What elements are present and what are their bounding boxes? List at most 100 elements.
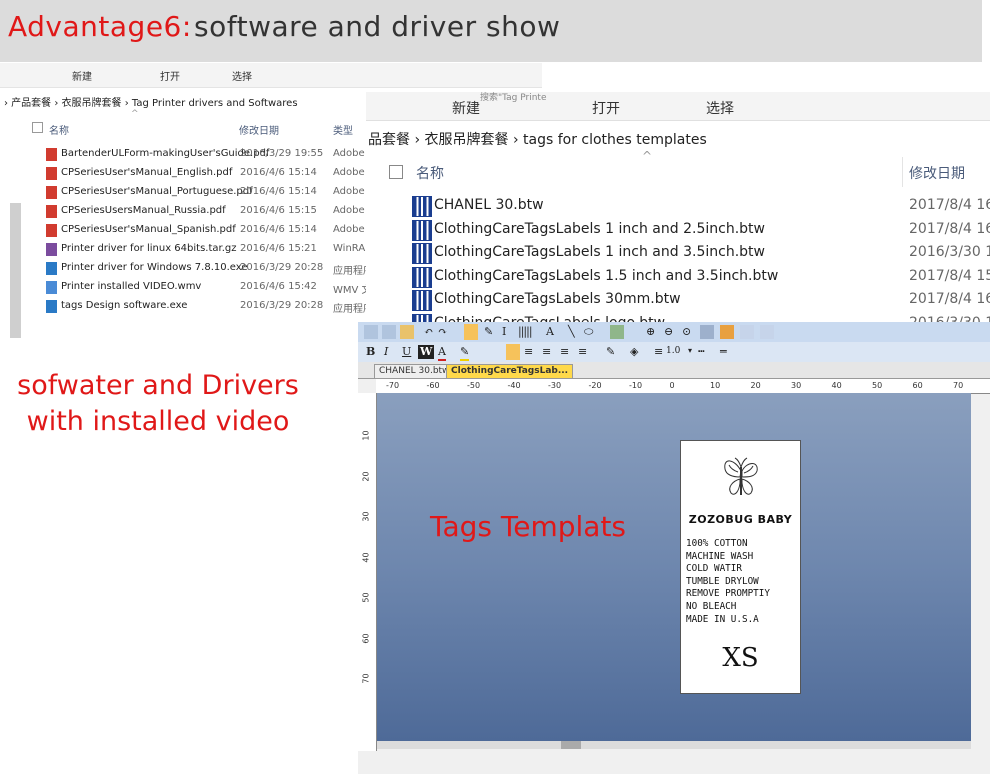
barcode-icon[interactable]: ||||| (518, 325, 532, 339)
toolbar-top: ↶ ↷ ✎ I ||||| A ╲ ⬭ ⊕ ⊖ ⊙ (358, 322, 990, 342)
ribbon: 新建 打开 选择 搜索"Tag Printe (366, 92, 990, 121)
file-name: ClothingCareTagsLabels 1.5 inch and 3.5i… (434, 267, 779, 284)
paste-icon[interactable] (400, 325, 414, 339)
header-type[interactable]: 类型 (333, 122, 353, 137)
arrange-icon[interactable]: ═ (720, 345, 727, 359)
align-right-icon[interactable]: ≡ (542, 345, 551, 359)
fit-page-icon[interactable] (700, 325, 714, 339)
line-weight-icon[interactable]: ≡ (654, 345, 663, 359)
underline-button[interactable]: U (402, 345, 411, 359)
file-date: 2016/3/29 20:28 (240, 262, 324, 273)
banner-prefix: Advantage6: (8, 10, 192, 43)
grid-icon[interactable] (740, 325, 754, 339)
ruler-tick-label: 70 (953, 381, 964, 390)
highlight-icon[interactable]: ✎ (460, 345, 470, 361)
file-row[interactable]: ClothingCareTagsLabels 1 inch and 2.5inc… (366, 218, 990, 242)
ribbon-new[interactable]: 新建 (72, 68, 92, 83)
exe-icon (46, 262, 57, 275)
zoom-in-icon[interactable]: ⊕ (646, 325, 655, 339)
care-line: NO BLEACH (686, 600, 737, 612)
tab-clothing-care[interactable]: ClothingCareTagsLab... (446, 364, 574, 378)
archive-icon (46, 243, 57, 256)
shape-tool-icon[interactable]: ⬭ (584, 325, 593, 339)
ruler-tick-label: -10 (629, 381, 643, 390)
ruler-tick-label: 0 (669, 381, 675, 390)
copy-icon[interactable] (382, 325, 396, 339)
file-row[interactable]: ClothingCareTagsLabels 1 inch and 3.5inc… (366, 241, 990, 265)
pen-tool-icon[interactable]: ✎ (484, 325, 493, 339)
align-center-icon[interactable]: ≡ (524, 345, 533, 359)
undo-icon[interactable]: ↶ (424, 325, 433, 339)
cut-icon[interactable] (364, 325, 378, 339)
file-date: 2017/8/4 16 (909, 291, 990, 307)
horizontal-scrollbar[interactable] (377, 741, 971, 749)
table-icon[interactable] (760, 325, 774, 339)
text-cursor-icon[interactable]: I (502, 325, 506, 339)
header-name[interactable]: 名称 (49, 122, 69, 137)
file-row[interactable]: ClothingCareTagsLabels 30mm.btw 2017/8/4 … (366, 288, 990, 312)
select-all-checkbox[interactable] (32, 122, 43, 133)
file-date: 2016/4/6 15:14 (240, 167, 317, 178)
border-style-icon[interactable]: ┅ (698, 345, 705, 359)
picture-tool-icon[interactable] (610, 325, 624, 339)
file-date: 2016/3/30 1 (909, 244, 990, 260)
justify-icon[interactable]: ≡ (560, 345, 569, 359)
pdf-icon (46, 186, 57, 199)
design-canvas[interactable] (377, 393, 971, 741)
ruler-tick-label: -20 (588, 381, 602, 390)
search-box[interactable]: 搜索"Tag Printe (480, 90, 546, 103)
btw-file-icon (412, 219, 432, 241)
clothing-label[interactable]: ZOZOBUG BABY 100% COTTON MACHINE WASH COLD… (680, 440, 801, 694)
header-name[interactable]: 名称 (416, 163, 444, 183)
nav-pane-scrollbar[interactable] (10, 203, 21, 338)
zoom-out-icon[interactable]: ⊖ (664, 325, 673, 339)
zoom-value[interactable]: 1.0 (666, 346, 680, 360)
wide-text-button[interactable]: W (418, 345, 435, 359)
breadcrumb[interactable]: 品套餐 › 衣服吊牌套餐 › tags for clothes template… (366, 127, 990, 149)
btw-file-icon (412, 243, 432, 264)
italic-button[interactable]: I (384, 345, 388, 359)
line-tool-icon[interactable]: ╲ (568, 325, 575, 339)
sort-up-icon: ^ (642, 149, 653, 163)
file-name: Printer driver for linux 64bits.tar.gz (61, 243, 237, 254)
care-line: TUMBLE DRYLOW (686, 575, 759, 587)
ruler-tick-label: -70 (386, 381, 400, 390)
align-left-icon[interactable] (506, 344, 520, 360)
ruler-tick-label: 10 (710, 381, 721, 390)
pointer-tool-icon[interactable] (464, 324, 478, 340)
breadcrumb-path[interactable]: 品套餐 › 衣服吊牌套餐 › tags for clothes template… (368, 129, 707, 149)
label-care-instructions: 100% COTTON MACHINE WASH COLD WATIR TUMBLE … (686, 538, 770, 626)
butterfly-logo-icon (724, 457, 758, 495)
file-date: 2017/8/4 16 (909, 197, 990, 213)
zoom-fit-icon[interactable]: ⊙ (682, 325, 691, 339)
header-modified[interactable]: 修改日期 (239, 122, 279, 137)
header-modified[interactable]: 修改日期 (909, 163, 965, 183)
ribbon-open[interactable]: 打开 (160, 68, 180, 83)
title-banner: Advantage6: software and driver show (0, 0, 982, 62)
scroll-thumb[interactable] (561, 741, 581, 749)
line-color-icon[interactable]: ✎ (606, 345, 615, 359)
bold-button[interactable]: B (366, 345, 375, 359)
care-line: MADE IN U.S.A (686, 613, 759, 625)
justify-full-icon[interactable]: ≡ (578, 345, 587, 359)
text-tool-icon[interactable]: A (546, 325, 554, 339)
select-all-checkbox[interactable] (389, 165, 403, 179)
file-name: Printer installed VIDEO.wmv (61, 281, 202, 292)
fill-color-icon[interactable]: ◈ (630, 345, 638, 359)
ribbon-select[interactable]: 选择 (706, 98, 734, 118)
font-color-icon[interactable]: A (438, 345, 446, 361)
care-line: COLD WATIR (686, 563, 742, 575)
ruler-tick-label: 30 (791, 381, 802, 390)
layout-icon[interactable] (720, 325, 734, 339)
breadcrumb-path[interactable]: › 产品套餐 › 衣服吊牌套餐 › Tag Printer drivers an… (4, 94, 298, 109)
ribbon-select[interactable]: 选择 (232, 68, 252, 83)
tab-chanel[interactable]: CHANEL 30.btw (374, 364, 455, 378)
file-row[interactable]: CHANEL 30.btw 2017/8/4 16 (366, 194, 990, 218)
caption-line-2: with installed video (26, 406, 290, 437)
zoom-dropdown-chevron-down-icon[interactable]: ▾ (688, 346, 692, 360)
redo-icon[interactable]: ↷ (438, 325, 447, 339)
ruler-tick-label: 70 (361, 673, 371, 684)
ribbon-new[interactable]: 新建 (452, 98, 480, 118)
ribbon-open[interactable]: 打开 (592, 98, 620, 118)
file-row[interactable]: ClothingCareTagsLabels 1.5 inch and 3.5i… (366, 265, 990, 289)
